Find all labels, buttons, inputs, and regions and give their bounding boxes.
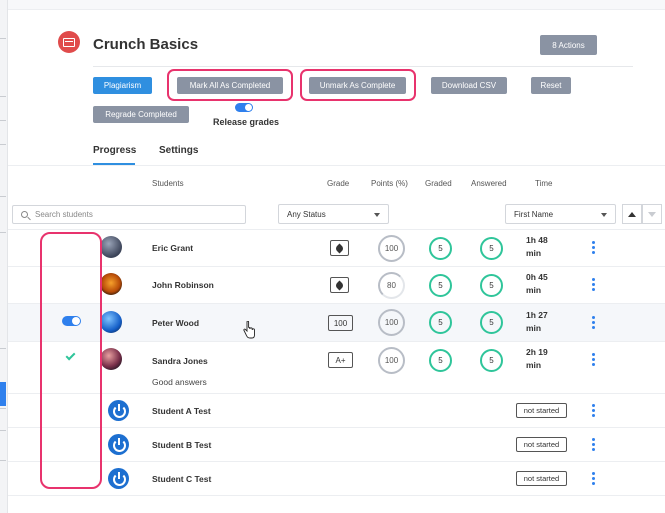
avatar [100,236,122,258]
time-spent: 1h 27 min [526,310,548,333]
search-input[interactable]: Search students [12,205,246,224]
plagiarism-button[interactable]: Plagiarism [93,77,152,94]
chevron-down-icon [601,213,607,217]
avatar [100,348,122,370]
points-circle: 100 [378,235,405,262]
row-menu-icon[interactable] [592,316,595,331]
top-bar [8,0,665,10]
answered-count: 5 [480,274,503,297]
arrow-down-icon [648,211,656,217]
pencil-icon [334,280,345,290]
student-name[interactable]: Student A Test [152,406,211,416]
row-menu-icon[interactable] [592,438,595,453]
search-placeholder: Search students [35,210,93,219]
row-menu-icon[interactable] [592,241,595,256]
status-badge: not started [516,471,567,486]
sort-select[interactable]: First Name [505,204,616,224]
graded-count: 5 [429,311,452,334]
avatar [100,311,122,333]
points-circle: 100 [378,309,405,336]
answered-count: 5 [480,349,503,372]
points-circle: 100 [378,347,405,374]
column-answered[interactable]: Answered [471,179,507,188]
power-icon [108,468,129,489]
course-logo-icon [58,31,80,53]
status-badge: not started [516,437,567,452]
pencil-icon [334,243,345,253]
reset-button[interactable]: Reset [531,77,571,94]
app-frame: Crunch Basics 8 Actions Plagiarism Mark … [0,0,665,513]
arrow-up-icon [628,211,636,217]
time-spent: 0h 45 min [526,272,548,295]
header-divider [93,66,633,67]
column-points[interactable]: Points (%) [371,179,408,188]
time-spent: 1h 48 min [526,235,548,258]
student-name[interactable]: John Robinson [152,280,214,290]
unmark-highlight [300,69,416,101]
answered-count: 5 [480,311,503,334]
time-spent: 2h 19 min [526,347,548,370]
status-select-value: Any Status [287,209,326,219]
student-name[interactable]: Sandra Jones [152,356,208,366]
chevron-down-icon [374,213,380,217]
student-name[interactable]: Student B Test [152,440,211,450]
column-graded[interactable]: Graded [425,179,452,188]
grade-value[interactable]: A+ [328,352,353,368]
tab-progress[interactable]: Progress [93,145,136,156]
page-title: Crunch Basics [93,36,199,53]
row-menu-icon[interactable] [592,278,595,293]
status-badge: not started [516,403,567,418]
status-select[interactable]: Any Status [278,204,389,224]
actions-button[interactable]: 8 Actions [540,35,597,55]
tab-settings[interactable]: Settings [159,145,198,156]
graded-count: 5 [429,349,452,372]
search-icon [21,211,28,218]
sort-select-value: First Name [514,209,554,219]
column-students[interactable]: Students [152,179,184,188]
grade-edit-button[interactable] [330,277,349,293]
download-csv-button[interactable]: Download CSV [431,77,507,94]
avatar [100,273,122,295]
row-menu-icon[interactable] [592,353,595,368]
sort-ascending-button[interactable] [622,204,642,224]
hand-cursor-icon [243,321,255,339]
release-grades-toggle[interactable] [235,103,253,112]
student-name[interactable]: Peter Wood [152,318,199,328]
sort-descending-button[interactable] [642,204,662,224]
regrade-completed-button[interactable]: Regrade Completed [93,106,189,123]
release-grades-label: Release grades [213,117,280,127]
student-note: Good answers [152,377,207,387]
tabs-divider [8,165,665,166]
answered-count: 5 [480,237,503,260]
mark-all-highlight [167,69,293,101]
power-icon [108,434,129,455]
column-grade[interactable]: Grade [327,179,349,188]
student-name[interactable]: Eric Grant [152,243,193,253]
graded-count: 5 [429,237,452,260]
student-name[interactable]: Student C Test [152,474,211,484]
row-menu-icon[interactable] [592,472,595,487]
points-circle: 80 [378,272,405,299]
graded-count: 5 [429,274,452,297]
power-icon [108,400,129,421]
grade-value[interactable]: 100 [328,315,353,331]
left-sidebar [0,0,8,513]
row-menu-icon[interactable] [592,404,595,419]
column-time[interactable]: Time [535,179,552,188]
completion-column-highlight [40,232,102,489]
sidebar-active-indicator[interactable] [0,382,6,406]
grade-edit-button[interactable] [330,240,349,256]
